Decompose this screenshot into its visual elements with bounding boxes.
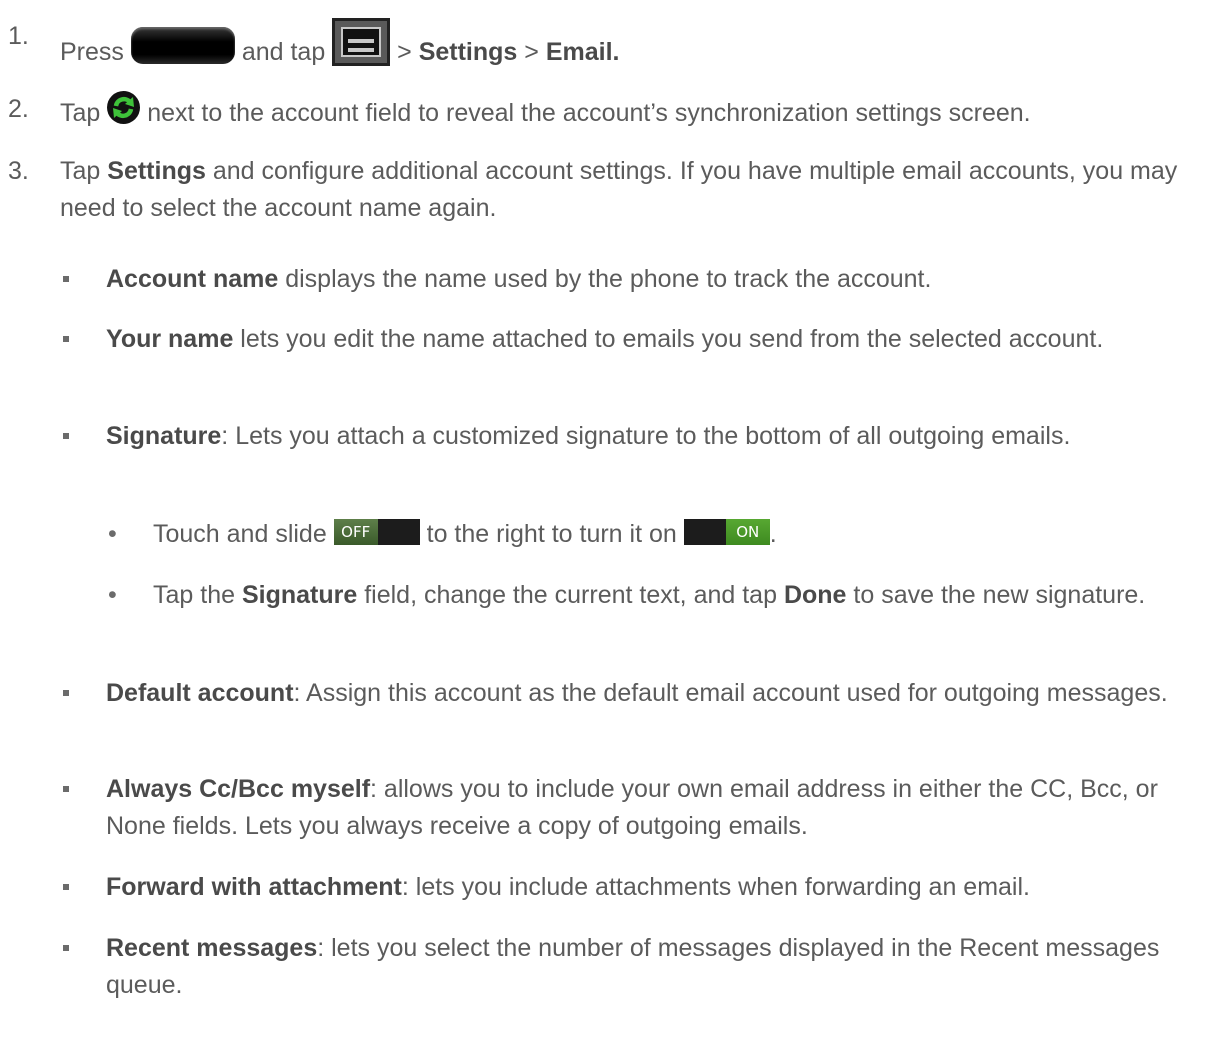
list-item: Your name lets you edit the name attache… — [0, 321, 1190, 358]
item-description: displays the name used by the phone to t… — [278, 265, 932, 293]
step-text: Tap — [60, 157, 101, 185]
item-term: Always Cc/Bcc myself — [106, 775, 371, 803]
toggle-knob-label: OFF — [333, 519, 378, 545]
sub-item-text: Touch and slide — [153, 520, 327, 548]
bullet-marker — [63, 336, 69, 342]
toggle-knob-label: ON — [725, 519, 770, 545]
step-text: next to the account field to reveal the … — [147, 99, 1031, 127]
step-number: 3. — [8, 157, 29, 185]
menu-key-icon — [332, 18, 391, 66]
bullet-marker — [63, 433, 69, 439]
item-description: : Assign this account as the default ema… — [293, 679, 1168, 707]
list-item: Default account: Assign this account as … — [0, 675, 1190, 712]
step-3: 3. Tap Settings and configure additional… — [0, 153, 1190, 227]
bullet-marker — [63, 276, 69, 282]
step-number: 1. — [8, 22, 29, 50]
item-description: lets you edit the name attached to email… — [233, 325, 1104, 353]
toggle-off-icon: OFF — [333, 519, 420, 545]
signature-term: Signature — [241, 581, 358, 609]
sub-item-text: field, change the current text, and tap — [364, 581, 777, 609]
sync-settings-icon — [107, 91, 141, 124]
item-term: Account name — [106, 265, 279, 293]
sub-item-text: Tap the — [153, 581, 236, 609]
step-text: and tap — [241, 38, 326, 66]
settings-term: Settings — [107, 157, 206, 185]
sub-bullet-marker: • — [108, 520, 117, 548]
item-term: Default account — [106, 679, 294, 707]
toggle-on-icon: ON — [683, 519, 770, 545]
item-term: Signature — [106, 422, 222, 450]
list-item: Recent messages: lets you select the num… — [0, 930, 1190, 1004]
sub-list-item: • Tap the Signature field, change the cu… — [0, 577, 1190, 614]
step-2: 2. Tap next to the account field to reve… — [0, 91, 1190, 132]
step-text: and configure additional account setting… — [60, 157, 1178, 222]
step-text: Press — [60, 38, 124, 66]
separator: > — [397, 38, 412, 66]
settings-term: Settings — [418, 38, 518, 66]
sub-bullet-marker: • — [108, 581, 117, 609]
sub-item-text: to the right to turn it on — [426, 520, 677, 548]
done-term: Done — [783, 581, 847, 609]
list-item: Account name displays the name used by t… — [0, 261, 1190, 298]
bullet-marker — [63, 690, 69, 696]
list-item: Always Cc/Bcc myself: allows you to incl… — [0, 771, 1190, 845]
bullet-marker — [63, 884, 69, 890]
step-1: 1. Press and tap > Settings > Email. — [0, 18, 1190, 71]
document-page: 1. Press and tap > Settings > Email. 2. … — [0, 0, 1210, 1061]
sub-item-text: . — [769, 520, 777, 548]
bullet-marker — [63, 786, 69, 792]
list-item: Signature: Lets you attach a customized … — [0, 418, 1190, 455]
home-key-icon — [130, 27, 235, 64]
item-term: Forward with attachment — [106, 873, 402, 901]
separator: > — [524, 38, 539, 66]
list-item: Forward with attachment: lets you includ… — [0, 869, 1190, 906]
sync-arrows-icon — [113, 96, 135, 119]
item-description: : lets you include attachments when forw… — [401, 873, 1030, 901]
item-term: Your name — [106, 325, 234, 353]
bullet-marker — [63, 945, 69, 951]
item-description: : Lets you attach a customized signature… — [221, 422, 1071, 450]
sub-list-item: • Touch and slide OFF to the right to tu… — [0, 516, 1190, 553]
email-term: Email. — [545, 38, 620, 66]
step-text: Tap — [60, 99, 101, 127]
sub-item-text: to save the new signature. — [853, 581, 1146, 609]
step-number: 2. — [8, 95, 29, 123]
item-term: Recent messages — [106, 934, 318, 962]
